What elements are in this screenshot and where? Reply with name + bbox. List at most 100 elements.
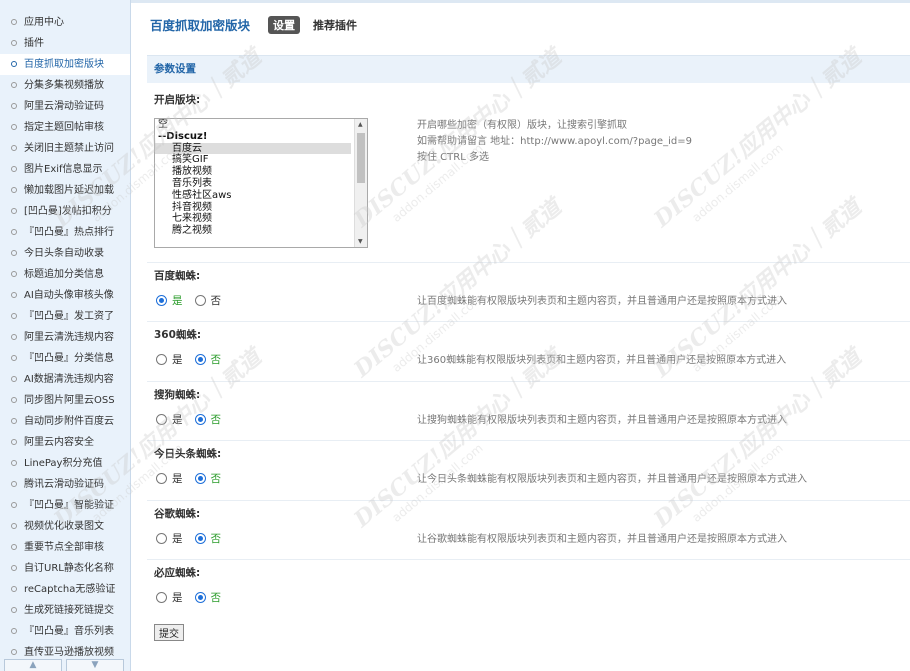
- tab-settings[interactable]: 设置: [268, 15, 301, 34]
- sidebar-item[interactable]: 视频优化收录图文: [0, 516, 130, 537]
- forum-option[interactable]: 抖音视频: [155, 202, 367, 214]
- sidebar-item-label: 『凹凸曼』分类信息: [24, 353, 114, 364]
- forum-option[interactable]: 性感社区aws: [155, 190, 367, 202]
- radio-no[interactable]: 否: [194, 352, 221, 367]
- radio-yes[interactable]: 是: [156, 531, 183, 546]
- forums-listbox[interactable]: 空 --Discuz! 百度云 搞笑GIF 播放视频 音乐列表 性感社区aws 抖音视频 七来视…: [154, 118, 368, 248]
- forum-option[interactable]: 播放视频: [155, 166, 367, 178]
- radio-circle-icon[interactable]: [156, 295, 167, 306]
- radio-no[interactable]: 否: [194, 293, 221, 308]
- spider-comment: 让搜狗蜘蛛能有权限版块列表页和主题内容页，并且普通用户还是按照原本方式进入: [417, 414, 787, 426]
- sidebar-item-label: 分集多集视频播放: [24, 80, 104, 91]
- radio-circle-icon[interactable]: [156, 413, 167, 425]
- sidebar-item[interactable]: 『凹凸曼』发工资了: [0, 306, 130, 327]
- sidebar-item[interactable]: 自订URL静态化名称: [0, 558, 130, 579]
- sidebar-item[interactable]: 同步图片阿里云OSS: [0, 390, 130, 411]
- field-divider: [147, 559, 910, 560]
- sidebar-item[interactable]: 自动同步附件百度云: [0, 411, 130, 432]
- spider-field: 搜狗蜘蛛: 是否让搜狗蜘蛛能有权限版块列表页和主题内容页，并且普通用户还是按照原本…: [147, 380, 910, 443]
- scroll-down-button[interactable]: ▼: [66, 659, 124, 671]
- forums-options: 空 --Discuz! 百度云 搞笑GIF 播放视频 音乐列表 性感社区aws 抖音视频 七来视…: [155, 119, 367, 237]
- bullet-icon: [11, 61, 17, 67]
- scroll-up-arrow-icon[interactable]: ▲: [358, 121, 363, 128]
- forums-comment-line: 如需帮助请留言 地址：http://www.apoyl.com/?page_id…: [417, 136, 692, 147]
- sidebar-item[interactable]: 标题追加分类信息: [0, 264, 130, 285]
- sidebar-item[interactable]: 分集多集视频播放: [0, 75, 130, 96]
- radio-yes[interactable]: 是: [156, 471, 183, 486]
- forum-option[interactable]: 音乐列表: [155, 178, 367, 190]
- spider-comment: 让360蜘蛛能有权限版块列表页和主题内容页，并且普通用户还是按照原本方式进入: [417, 355, 787, 367]
- forum-option[interactable]: 百度云: [155, 142, 351, 155]
- sidebar-item-label: AI自动头像审核头像: [24, 290, 114, 301]
- sidebar-item[interactable]: 应用中心: [0, 12, 130, 33]
- forums-comment-line: 开启哪些加密（有权限）版块，让搜索引擎抓取: [417, 120, 627, 131]
- sidebar-item[interactable]: 阿里云滑动验证码: [0, 96, 130, 117]
- sidebar-item[interactable]: 生成死链接死链提交: [0, 600, 130, 621]
- forum-option[interactable]: --Discuz!: [155, 131, 367, 143]
- radio-circle-icon[interactable]: [194, 295, 206, 306]
- sidebar-item[interactable]: 关闭旧主题禁止访问: [0, 138, 130, 159]
- sidebar-item[interactable]: reCaptcha无感验证: [0, 579, 130, 600]
- forum-option[interactable]: 腾之视频: [155, 225, 367, 237]
- forum-option[interactable]: 空: [155, 119, 367, 131]
- submit-button[interactable]: 提交: [154, 624, 184, 641]
- listbox-scrollbar[interactable]: ▲ ▼: [354, 119, 367, 247]
- sidebar-item[interactable]: 重要节点全部审核: [0, 537, 130, 558]
- bullet-icon: [11, 376, 17, 382]
- radio-no[interactable]: 否: [194, 412, 221, 427]
- sidebar-item[interactable]: 阿里云清洗违规内容: [0, 327, 130, 348]
- radio-label: 是: [172, 354, 183, 367]
- radio-circle-icon[interactable]: [156, 473, 167, 485]
- sidebar-item[interactable]: 『凹凸曼』分类信息: [0, 348, 130, 369]
- forum-option[interactable]: 七来视频: [155, 213, 367, 225]
- tab-recommended-plugins[interactable]: 推荐插件: [308, 16, 362, 34]
- radio-circle-icon[interactable]: [194, 473, 206, 485]
- sidebar-item-label: 自订URL静态化名称: [24, 563, 114, 574]
- radio-yes[interactable]: 是: [156, 352, 183, 367]
- sidebar-item[interactable]: [凹凸曼]发帖扣积分: [0, 201, 130, 222]
- radio-yes[interactable]: 是: [156, 590, 183, 605]
- sidebar-item[interactable]: AI自动头像审核头像: [0, 285, 130, 306]
- radio-label: 是: [172, 295, 183, 307]
- sidebar-menu: 应用中心 插件 百度抓取加密版块分集多集视频播放阿里云滑动验证码 指定主题回帖审核 关闭…: [0, 0, 130, 663]
- sidebar-item[interactable]: 今日头条自动收录: [0, 243, 130, 264]
- radio-no[interactable]: 否: [194, 531, 221, 546]
- radio-yes[interactable]: 是: [156, 293, 183, 308]
- bullet-icon: [11, 313, 17, 319]
- radio-circle-icon[interactable]: [156, 532, 167, 544]
- sidebar-item[interactable]: 腾讯云滑动验证码: [0, 474, 130, 495]
- radio-circle-icon[interactable]: [194, 354, 206, 366]
- radio-no[interactable]: 否: [194, 471, 221, 486]
- sidebar-item[interactable]: 『凹凸曼』智能验证: [0, 495, 130, 516]
- radio-circle-icon[interactable]: [156, 354, 167, 366]
- sidebar-item[interactable]: 百度抓取加密版块: [0, 54, 130, 75]
- sidebar-item[interactable]: 图片Exif信息显示: [0, 159, 130, 180]
- bullet-icon: [11, 586, 17, 592]
- sidebar-item[interactable]: 『凹凸曼』热点排行: [0, 222, 130, 243]
- scroll-down-arrow-icon[interactable]: ▼: [358, 238, 363, 245]
- sidebar-item[interactable]: 懒加载图片延迟加载: [0, 180, 130, 201]
- scroll-up-button[interactable]: ▲: [4, 659, 62, 671]
- radio-yes[interactable]: 是: [156, 412, 183, 427]
- radio-label: 是: [172, 592, 183, 604]
- spider-radio-group: 是否: [156, 293, 233, 308]
- radio-circle-icon[interactable]: [194, 532, 206, 544]
- radio-circle-icon[interactable]: [194, 592, 206, 603]
- radio-circle-icon[interactable]: [156, 592, 167, 603]
- sidebar-scroll-controls: ▲ ▼: [4, 659, 124, 671]
- radio-circle-icon[interactable]: [194, 413, 206, 425]
- spider-radio-group: 是否: [156, 531, 233, 546]
- bullet-icon: [11, 607, 17, 613]
- sidebar-item[interactable]: LinePay积分充值: [0, 453, 130, 474]
- sidebar-item[interactable]: 插件: [0, 33, 130, 54]
- sidebar-item[interactable]: AI数据清洗违规内容: [0, 369, 130, 390]
- sidebar-item[interactable]: 阿里云内容安全: [0, 432, 130, 453]
- sidebar-item[interactable]: 『凹凸曼』音乐列表: [0, 621, 130, 642]
- sidebar-item[interactable]: 指定主题回帖审核: [0, 117, 130, 138]
- bullet-icon: [11, 649, 17, 655]
- scrollbar-thumb[interactable]: [357, 133, 365, 183]
- forum-option[interactable]: 搞笑GIF: [155, 154, 367, 166]
- sidebar-item-label: 生成死链接死链提交: [24, 605, 114, 616]
- radio-no[interactable]: 否: [194, 590, 221, 605]
- spider-field: 必应蜘蛛: 是否: [147, 559, 910, 621]
